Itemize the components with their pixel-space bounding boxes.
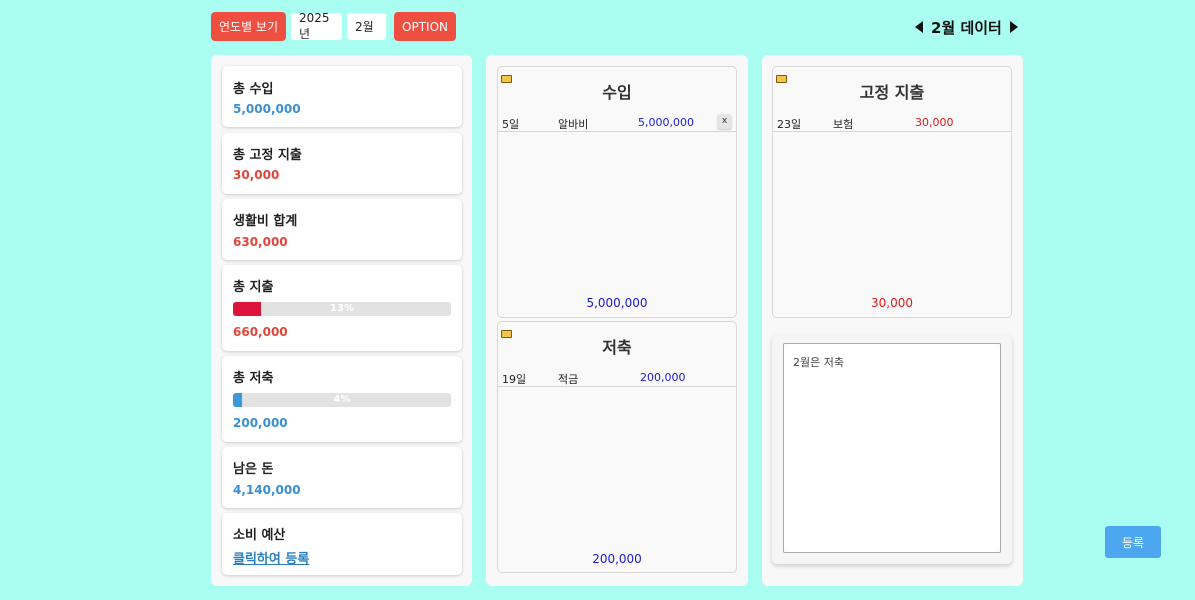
total-income-card: 총 수입 5,000,000 (222, 66, 462, 127)
expense-progress-bar: 13% (233, 302, 451, 316)
total-saving-card: 총 저축 4% 200,000 (222, 356, 462, 442)
total-fixed-label: 총 고정 지출 (233, 148, 302, 163)
row-amount: 30,000 (915, 116, 954, 129)
total-expense-card: 총 지출 13% 660,000 (222, 265, 462, 351)
expense-percent-label: 13% (330, 303, 354, 314)
table-row: 19일 적금 200,000 (498, 367, 736, 387)
budget-card: 소비 예산 클릭하여 등록 (222, 513, 462, 575)
income-section: 수입 5일 알바비 5,000,000 x 5,000,000 (497, 66, 737, 318)
month-navigation: 2월 데이터 (915, 16, 1018, 38)
income-total: 5,000,000 (586, 296, 648, 310)
total-saving-label: 총 저축 (233, 371, 274, 386)
memo-textarea[interactable]: 2월은 저축 (783, 343, 1001, 553)
summary-panel: 총 수입 5,000,000 총 고정 지출 30,000 생활비 합계 630… (211, 55, 472, 586)
total-expense-value: 660,000 (233, 325, 288, 339)
savings-section: 저축 19일 적금 200,000 200,000 (497, 321, 737, 573)
living-total-card: 생활비 합계 630,000 (222, 199, 462, 260)
row-name: 알바비 (558, 118, 589, 131)
fixed-expense-title: 고정 지출 (859, 83, 925, 102)
fixed-expense-total: 30,000 (871, 296, 913, 310)
row-day: 19일 (502, 373, 527, 386)
remaining-value: 4,140,000 (233, 483, 301, 497)
memo-container: 2월은 저축 (772, 335, 1012, 564)
row-name: 보험 (833, 118, 854, 131)
top-toolbar: 연도별 보기 2025년 2월 OPTION (211, 11, 456, 41)
total-income-value: 5,000,000 (233, 102, 301, 116)
row-name: 적금 (558, 373, 579, 386)
savings-title: 저축 (602, 338, 632, 357)
living-total-label: 생활비 합계 (233, 214, 298, 229)
budget-register-link[interactable]: 클릭하여 등록 (233, 548, 309, 567)
table-row: 23일 보험 30,000 (773, 112, 1011, 132)
income-savings-panel: 수입 5일 알바비 5,000,000 x 5,000,000 저축 19일 적… (486, 55, 748, 586)
row-amount: 5,000,000 (638, 116, 694, 129)
prev-month-icon[interactable] (915, 21, 923, 33)
month-select[interactable]: 2월 (347, 13, 387, 40)
total-income-label: 총 수입 (233, 82, 274, 97)
year-select[interactable]: 2025년 (291, 11, 343, 41)
table-row: 5일 알바비 5,000,000 x (498, 112, 736, 132)
budget-label: 소비 예산 (233, 528, 286, 543)
row-day: 23일 (777, 118, 802, 131)
living-total-value: 630,000 (233, 235, 288, 249)
month-data-title: 2월 데이터 (931, 18, 1002, 37)
option-button[interactable]: OPTION (394, 12, 456, 41)
remaining-card: 남은 돈 4,140,000 (222, 447, 462, 508)
register-button[interactable]: 등록 (1105, 526, 1161, 558)
income-title: 수입 (602, 83, 632, 102)
fixed-expense-panel: 고정 지출 23일 보험 30,000 30,000 2월은 저축 (762, 55, 1023, 586)
total-fixed-value: 30,000 (233, 168, 280, 182)
fixed-expense-section: 고정 지출 23일 보험 30,000 30,000 (772, 66, 1012, 318)
savings-total: 200,000 (592, 552, 642, 566)
saving-percent-label: 4% (333, 394, 351, 405)
delete-row-button[interactable]: x (717, 114, 732, 129)
row-day: 5일 (502, 118, 520, 131)
total-fixed-card: 총 고정 지출 30,000 (222, 133, 462, 194)
total-expense-label: 총 지출 (233, 280, 274, 295)
row-amount: 200,000 (640, 371, 686, 384)
saving-progress-bar: 4% (233, 393, 451, 407)
yearly-view-button[interactable]: 연도별 보기 (211, 12, 287, 41)
next-month-icon[interactable] (1009, 21, 1018, 33)
total-saving-value: 200,000 (233, 416, 288, 430)
remaining-label: 남은 돈 (233, 462, 274, 477)
